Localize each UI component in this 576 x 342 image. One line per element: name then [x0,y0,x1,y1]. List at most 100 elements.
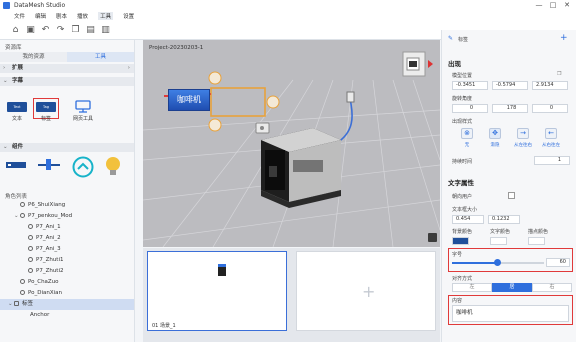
app-window: DataMesh Studio — □ ✕ 文件 编辑 剧本 播放 工具 设置 … [0,0,576,342]
maximize-button[interactable]: □ [546,0,560,11]
app-title: DataMesh Studio [14,2,66,9]
tree-item-label: P7_Zhuti1 [36,257,64,263]
align-right-button[interactable]: 右 [532,283,572,292]
menu-script[interactable]: 剧本 [56,12,67,20]
tag-asset-thumb: Tag [36,102,56,112]
tree-item[interactable]: Po_DianXian [0,288,134,299]
rot-y-field[interactable]: 178 [492,104,528,113]
undo-icon[interactable]: ↶ [38,25,53,35]
section-expand-label: 扩展 [12,65,24,71]
paste-icon[interactable]: ▤ [83,25,98,35]
section-component-label: 组件 [12,144,24,150]
anchor-color-label: 描点颜色 [528,229,549,235]
node-icon [20,212,25,218]
title-bar: DataMesh Studio — □ ✕ [0,0,576,11]
grid-toggle-icon[interactable] [428,233,437,242]
resource-panel: 资源库 我的资源 工具 › 扩展 › ⌄ 字幕 Text 文本 Tag 标签 网… [0,40,135,342]
face-user-checkbox[interactable] [508,192,515,199]
node-icon [20,201,25,207]
size-label: 文本框大小 [452,207,478,213]
plus-icon[interactable]: + [362,282,375,301]
duration-field[interactable]: 1 [534,156,570,165]
font-size-field[interactable]: 60 [546,258,570,267]
asset-text[interactable]: Text 文本 [5,102,29,122]
menu-settings[interactable]: 设置 [123,12,134,20]
tab-tools[interactable]: 工具 [67,52,134,62]
rot-z-field[interactable]: 0 [532,104,568,113]
tree-item[interactable]: Po_ChaZuo [0,277,134,288]
size-w-field[interactable]: 0.454 [452,215,484,224]
asset-tag[interactable]: Tag 标签 [34,102,58,122]
font-size-fill [452,262,497,264]
pos-z-field[interactable]: 2.9134 [532,81,568,90]
tree-item[interactable]: P7_Ani_3 [0,244,134,255]
section-component[interactable]: ⌄ 组件 [0,143,134,152]
style-left-right-button[interactable]: → [517,128,529,139]
scene-label: 01 场景_1 [152,323,176,329]
tree-item-label: P7_Ani_2 [36,235,61,241]
menu-tools[interactable]: 工具 [98,11,114,20]
add-icon[interactable]: + [560,33,568,43]
viewport-scene [143,51,440,247]
tree-item[interactable]: P7_Zhuti2 [0,266,134,277]
properties-panel: ✎ 标签 + 出现 模型位置 ❐ -0.3451 -0.5794 2.9134 … [441,30,576,342]
menu-play[interactable]: 播放 [77,12,88,20]
tab-my-resources[interactable]: 我的资源 [0,52,67,62]
menu-file[interactable]: 文件 [14,12,25,20]
minimize-button[interactable]: — [532,0,546,11]
scene-thumbnail[interactable]: 01 场景_1 [147,251,287,331]
component-bulb-icon[interactable] [104,155,122,179]
tree-item[interactable]: P7_Ani_1 [0,222,134,233]
tree-item[interactable]: Anchor [0,310,134,321]
chevron-down-icon[interactable]: ⌄ [14,211,20,222]
monitor-icon [75,100,91,113]
asset-web-tool[interactable]: 网页工具 [66,100,100,122]
tree-item[interactable]: P7_Ani_2 [0,233,134,244]
content-textarea[interactable]: 咖啡机 [452,305,569,322]
text-attr-title: 文字属性 [448,179,474,187]
arrow-right-icon[interactable]: › [128,64,130,73]
node-icon [28,234,33,240]
style-fade-button[interactable]: ✥ [489,128,501,139]
rot-x-field[interactable]: 0 [452,104,488,113]
home-icon[interactable]: ⌂ [8,25,23,35]
section-text[interactable]: ⌄ 字幕 [0,77,134,86]
copy-icon[interactable]: ❐ [68,25,83,35]
delete-icon[interactable]: ▥ [98,25,113,35]
redo-icon[interactable]: ↷ [53,25,68,35]
save-icon[interactable]: ▣ [23,25,38,35]
close-button[interactable]: ✕ [560,0,574,11]
bg-color-swatch[interactable] [452,237,469,245]
component-up-arrow-icon[interactable] [72,156,94,178]
copy-position-icon[interactable]: ❐ [557,71,561,77]
component-slider-icon[interactable] [38,158,60,172]
anchor-color-swatch[interactable] [528,237,545,245]
tag-node-icon [14,300,19,306]
asset-tag-label: 标签 [40,116,51,122]
tree-item[interactable]: P6_ShuiXiang [0,200,134,211]
coffee-machine-model [261,128,341,208]
pos-y-field[interactable]: -0.5794 [492,81,528,90]
tag-label-3d[interactable]: 咖啡机 [168,89,210,111]
node-icon [20,289,25,295]
viewport[interactable]: Project-20230203-1 咖啡机 [143,40,440,247]
section-expand[interactable]: › 扩展 › [0,64,134,73]
scene-panel: 01 场景_1 + [143,248,440,342]
style-none-button[interactable]: ⊗ [461,128,473,139]
align-left-button[interactable]: 左 [452,283,492,292]
style-right-left-button[interactable]: ← [545,128,557,139]
tree-item[interactable]: ⌄ P7_penkou_Mod [0,211,134,222]
menu-edit[interactable]: 编辑 [35,12,46,20]
tree-item[interactable]: P7_Zhuti1 [0,255,134,266]
project-name: Project-20230203-1 [149,45,204,51]
component-bar-icon[interactable] [6,160,26,170]
add-scene-slot[interactable]: + [296,251,436,331]
pos-x-field[interactable]: -0.3451 [452,81,488,90]
edit-icon[interactable]: ✎ [448,35,453,42]
tree-item-label: P6_ShuiXiang [28,202,66,208]
align-center-button[interactable]: 居 [492,283,532,292]
tree-item-selected[interactable]: ⌄ 标签 [0,299,134,310]
text-color-swatch[interactable] [490,237,507,245]
size-h-field[interactable]: 0.1232 [488,215,520,224]
font-size-slider-thumb[interactable] [494,259,501,266]
